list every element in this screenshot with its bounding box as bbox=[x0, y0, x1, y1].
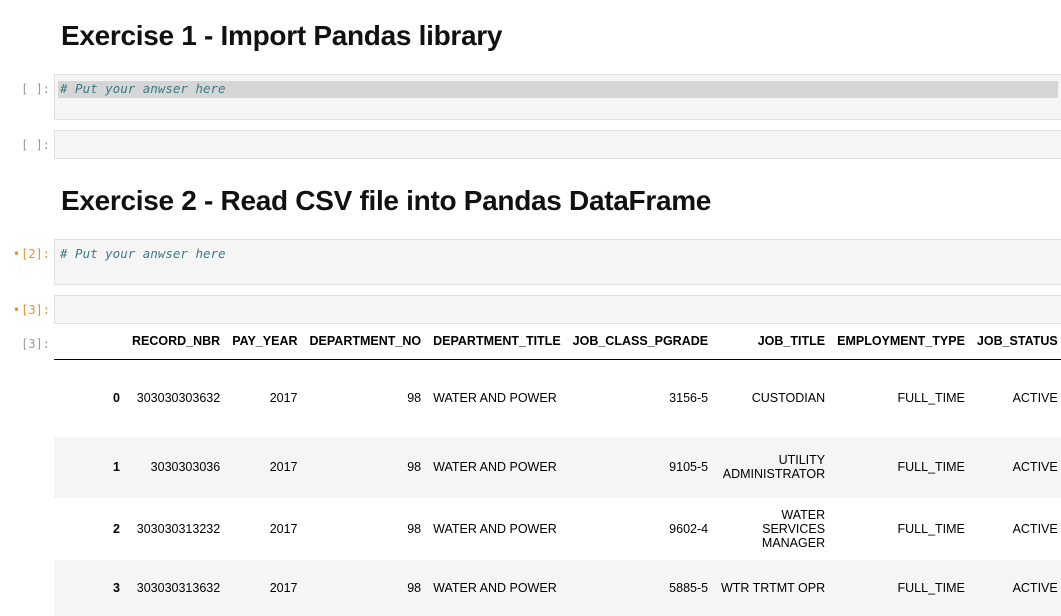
cell-department-title: WATER AND POWER bbox=[433, 580, 557, 595]
cell-job-status: ACTIVE bbox=[1012, 460, 1058, 474]
column-header-pay-year: PAY_YEAR bbox=[226, 323, 304, 360]
exercise-2-heading: Exercise 2 - Read CSV file into Pandas D… bbox=[61, 185, 712, 216]
cell-job-class-pgrade: 9602-4 bbox=[669, 521, 709, 536]
cell-pay-year: 2017 bbox=[269, 580, 298, 595]
column-header-job-title: JOB_TITLE bbox=[714, 323, 832, 360]
table-header-row: RECORD_NBR PAY_YEAR DEPARTMENT_NO DEPART… bbox=[54, 323, 1061, 360]
cell-job-status: ACTIVE bbox=[1012, 521, 1058, 536]
exercise-1-heading: Exercise 1 - Import Pandas library bbox=[61, 20, 503, 51]
column-header-department-title: DEPARTMENT_TITLE bbox=[427, 323, 567, 360]
cell-record-nbr: 303030313232 bbox=[136, 521, 221, 536]
table-row: 0 303030303632 2017 98 WATER AND POWER 3… bbox=[54, 360, 1061, 437]
cell-job-status: ACTIVE bbox=[1012, 391, 1058, 406]
cell-job-class-pgrade: 9105-5 bbox=[669, 460, 709, 474]
cell-record-nbr: 3030303036 bbox=[150, 460, 221, 474]
column-header-index bbox=[54, 323, 126, 360]
cell-employment-type: FULL_TIME bbox=[897, 580, 965, 595]
cell-employment-type: FULL_TIME bbox=[897, 521, 965, 536]
cell-department-no: 98 bbox=[407, 521, 422, 536]
cell-job-status: ACTIVE bbox=[1012, 580, 1058, 595]
cell-job-class-pgrade: 3156-5 bbox=[669, 391, 709, 406]
table-row: 1 3030303036 2017 98 WATER AND POWER 910… bbox=[54, 436, 1061, 498]
cell-job-class-pgrade: 5885-5 bbox=[669, 580, 709, 595]
code-comment: # Put your anwser here bbox=[60, 246, 226, 261]
cell-job-title: WATER SERVICES MANAGER bbox=[761, 507, 826, 550]
column-header-record-nbr: RECORD_NBR bbox=[126, 323, 227, 360]
cell-prompt: [ ]: bbox=[21, 82, 50, 96]
code-comment: # Put your anwser here bbox=[60, 81, 226, 96]
code-cell-empty[interactable] bbox=[54, 130, 1061, 159]
code-cell-exercise-2[interactable]: # Put your anwser here bbox=[54, 239, 1061, 285]
row-index: 0 bbox=[113, 391, 120, 406]
column-header-job-class-pgrade: JOB_CLASS_PGRADE bbox=[566, 323, 715, 360]
cell-department-title: WATER AND POWER bbox=[433, 391, 557, 406]
cell-job-title: CUSTODIAN bbox=[751, 391, 826, 406]
cell-department-title: WATER AND POWER bbox=[433, 521, 557, 536]
cell-prompt-executed: •[3]: bbox=[0, 303, 50, 317]
cell-job-title: UTILITY ADMINISTRATOR bbox=[722, 453, 826, 481]
column-header-employment-type: EMPLOYMENT_TYPE bbox=[831, 323, 971, 360]
cell-record-nbr: 303030313632 bbox=[136, 580, 221, 595]
dataframe-table: RECORD_NBR PAY_YEAR DEPARTMENT_NO DEPART… bbox=[54, 323, 1061, 616]
cell-pay-year: 2017 bbox=[269, 391, 298, 406]
modified-dot-icon: • bbox=[12, 303, 21, 317]
cell-prompt: [ ]: bbox=[21, 138, 50, 152]
table-row: 2 303030313232 2017 98 WATER AND POWER 9… bbox=[54, 498, 1061, 560]
cell-job-title: WTR TRTMT OPR bbox=[720, 580, 826, 595]
cell-department-no: 98 bbox=[407, 391, 422, 406]
column-header-department-no: DEPARTMENT_NO bbox=[303, 323, 428, 360]
row-index: 1 bbox=[113, 460, 120, 474]
table-row: 3 303030313632 2017 98 WATER AND POWER 5… bbox=[54, 559, 1061, 616]
dataframe-output: RECORD_NBR PAY_YEAR DEPARTMENT_NO DEPART… bbox=[54, 323, 1061, 616]
cell-department-title: WATER AND POWER bbox=[433, 460, 557, 474]
column-header-job-status: JOB_STATUS bbox=[970, 323, 1061, 360]
cell-employment-type: FULL_TIME bbox=[897, 460, 965, 474]
cell-department-no: 98 bbox=[407, 460, 422, 474]
row-index: 3 bbox=[113, 580, 120, 595]
cell-record-nbr: 303030303632 bbox=[136, 391, 221, 406]
cell-employment-type: FULL_TIME bbox=[897, 391, 965, 406]
cell-pay-year: 2017 bbox=[269, 521, 298, 536]
execution-count: [2]: bbox=[21, 247, 50, 261]
code-cell-exercise-1[interactable]: # Put your anwser here bbox=[54, 74, 1061, 120]
code-cell-read-csv[interactable] bbox=[54, 295, 1061, 324]
execution-count: [3]: bbox=[21, 303, 50, 317]
cell-prompt-executed: •[2]: bbox=[0, 247, 50, 261]
cell-department-no: 98 bbox=[407, 580, 422, 595]
modified-dot-icon: • bbox=[12, 247, 21, 261]
output-prompt: [3]: bbox=[21, 337, 50, 351]
row-index: 2 bbox=[113, 521, 120, 536]
cell-pay-year: 2017 bbox=[269, 460, 298, 474]
